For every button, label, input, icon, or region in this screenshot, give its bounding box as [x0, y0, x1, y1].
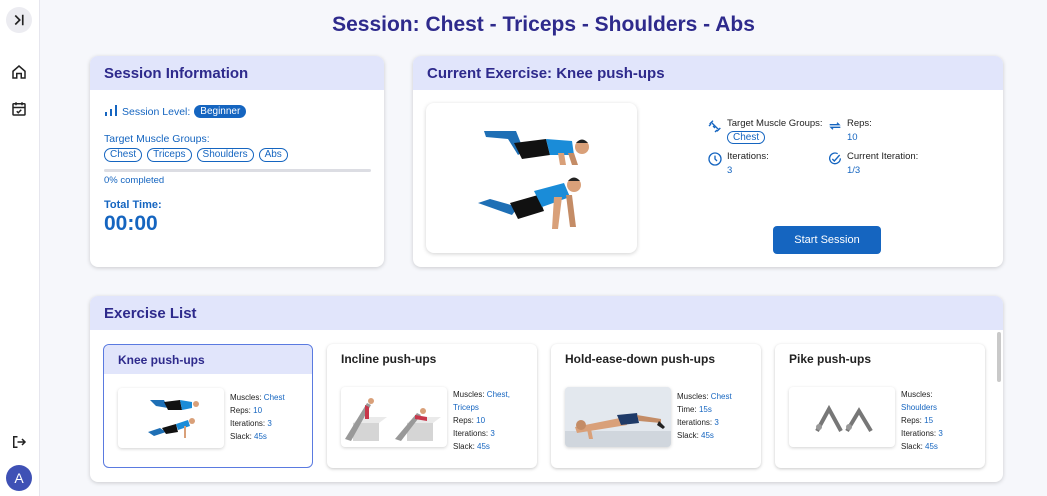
- muscle-chip: Shoulders: [196, 148, 254, 162]
- exercise-list-scrollbar[interactable]: [997, 332, 1001, 382]
- exercise-name: Pike push-ups: [789, 352, 872, 366]
- start-session-button[interactable]: Start Session: [773, 226, 881, 254]
- exercise-name: Knee push-ups: [118, 353, 205, 367]
- target-muscle-label: Target Muscle Groups:: [727, 118, 823, 129]
- exercise-details: Muscles: Chest Time: 15s Iterations: 3 S…: [677, 392, 732, 440]
- progress-bar: [104, 169, 371, 172]
- current-iteration-stat: Current Iteration: 1/3: [827, 151, 918, 176]
- reps-stat: Reps: 10: [827, 118, 872, 143]
- avatar[interactable]: A: [6, 465, 32, 491]
- home-icon[interactable]: [7, 60, 31, 84]
- muscle-chip: Chest: [104, 148, 143, 162]
- exercise-list-card: Exercise List Knee push-ups Muscles: Che…: [90, 296, 1003, 482]
- exercise-list-header: Exercise List: [90, 296, 1003, 330]
- reps-label: Reps:: [847, 118, 872, 129]
- target-muscle-groups-label: Target Muscle Groups:: [104, 133, 210, 145]
- session-level-label: Session Level:: [122, 105, 191, 118]
- session-information-header: Session Information: [90, 56, 384, 90]
- calendar-check-icon[interactable]: [7, 97, 31, 121]
- target-muscle-chip: Chest: [727, 131, 766, 144]
- current-iteration-value: 1/3: [847, 165, 861, 176]
- sidebar-expand-icon[interactable]: [6, 7, 32, 33]
- muscle-chip: Abs: [258, 148, 288, 162]
- exercise-details: Muscles: Chest Reps: 10 Iterations: 3 Sl…: [230, 393, 285, 441]
- clock-icon: [707, 151, 723, 176]
- total-time-value: 00:00: [104, 212, 158, 235]
- signal-bars-icon: [104, 104, 118, 119]
- exercise-name: Hold-ease-down push-ups: [565, 352, 715, 366]
- dumbbell-icon: [707, 118, 723, 144]
- sidebar: A: [0, 0, 40, 496]
- exercise-card-hold-ease-down-push-ups[interactable]: Hold-ease-down push-ups Muscles: Chest T…: [551, 344, 761, 468]
- muscle-chips: Chest Triceps Shoulders Abs: [104, 148, 370, 162]
- total-time-label: Total Time:: [104, 199, 162, 211]
- exercise-thumbnail: [341, 387, 447, 447]
- progress-text: 0% completed: [104, 175, 165, 186]
- repeat-icon: [827, 118, 843, 143]
- exercise-thumbnail: [789, 387, 895, 447]
- check-circle-icon: [827, 151, 843, 176]
- session-level: Session Level: Beginner: [104, 104, 370, 119]
- exercise-thumbnail: [565, 387, 671, 447]
- exercise-name: Incline push-ups: [341, 352, 437, 366]
- exercise-card-incline-push-ups[interactable]: Incline push-ups Muscles: Chest, Triceps…: [327, 344, 537, 468]
- current-exercise-card: Current Exercise: Knee push-ups Target M…: [413, 56, 1003, 267]
- exercise-details: Muscles: Shoulders Reps: 15 Iterations: …: [901, 390, 943, 451]
- current-iteration-label: Current Iteration:: [847, 151, 919, 162]
- reps-value: 10: [847, 132, 858, 143]
- current-exercise-header: Current Exercise: Knee push-ups: [413, 56, 1003, 90]
- exercise-card-pike-push-ups[interactable]: Pike push-ups Muscles: Shoulders Reps: 1…: [775, 344, 985, 468]
- page-title: Session: Chest - Triceps - Shoulders - A…: [332, 13, 755, 36]
- iterations-value: 3: [727, 165, 733, 176]
- exercise-illustration: [426, 103, 637, 253]
- muscle-chip: Triceps: [147, 148, 192, 162]
- target-muscle-stat: Target Muscle Groups: Chest: [707, 118, 823, 144]
- iterations-label: Iterations:: [727, 151, 769, 162]
- session-information-card: Session Information Session Level: Begin…: [90, 56, 384, 267]
- exercise-details: Muscles: Chest, Triceps Reps: 10 Iterati…: [453, 390, 510, 451]
- exercise-card-knee-push-ups[interactable]: Knee push-ups Muscles: Chest Reps: 10 It…: [103, 344, 313, 468]
- session-level-badge: Beginner: [194, 105, 247, 118]
- iterations-stat: Iterations: 3: [707, 151, 769, 176]
- logout-icon[interactable]: [7, 430, 31, 454]
- exercise-thumbnail: [118, 388, 224, 448]
